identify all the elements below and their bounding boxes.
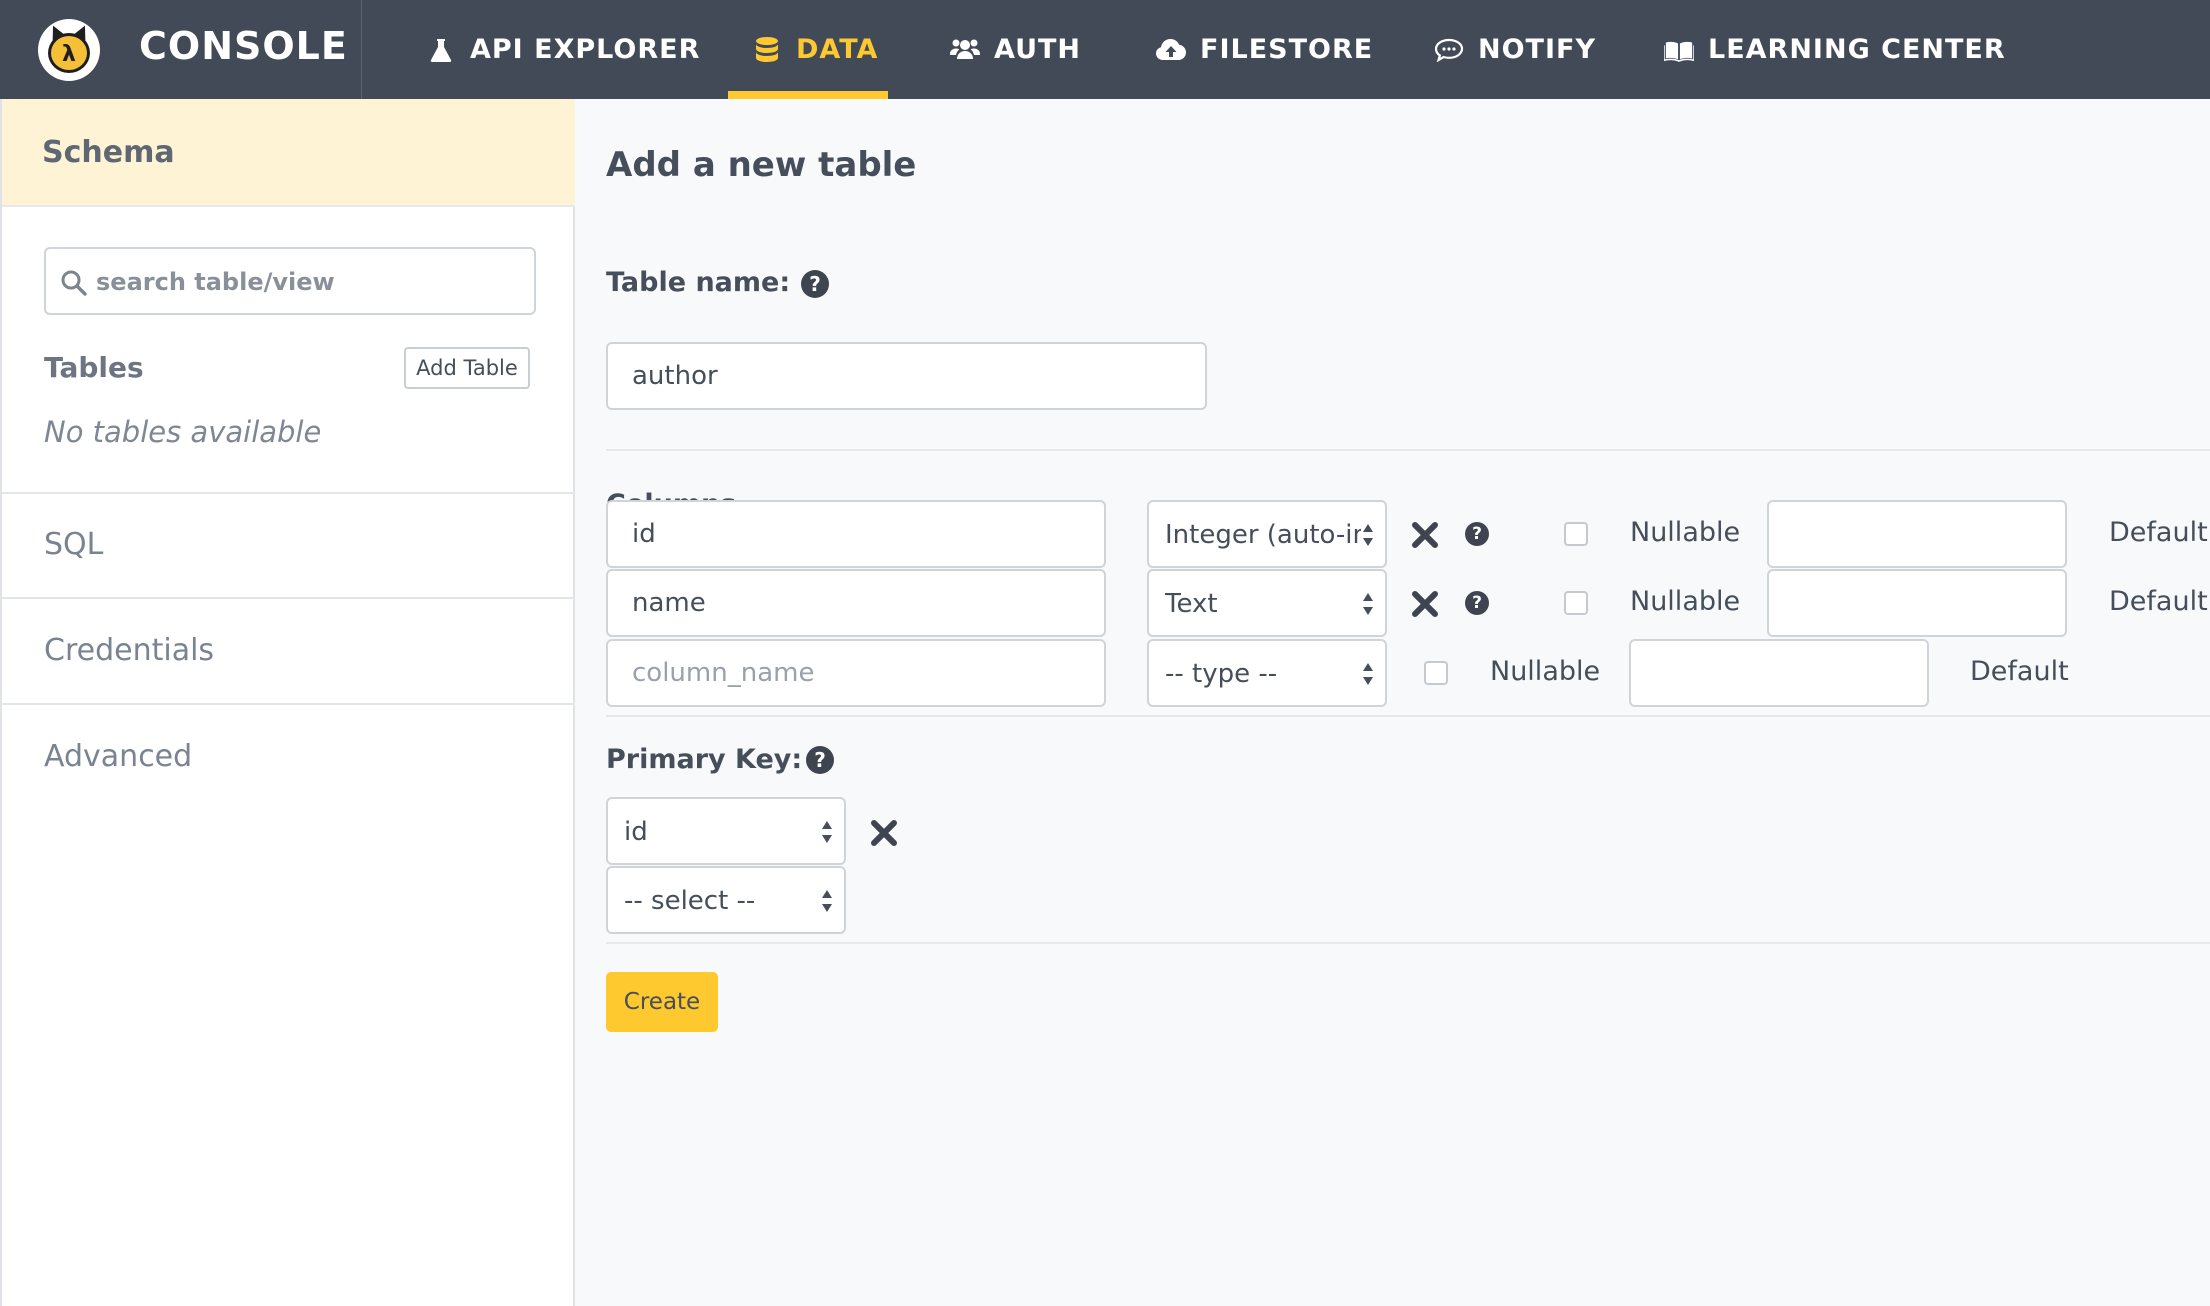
schema-title: Schema: [42, 135, 175, 170]
section-divider: [606, 449, 2210, 451]
remove-column-icon[interactable]: [1410, 520, 1440, 550]
default-label: Default: [1970, 656, 2069, 687]
select-value: Text: [1165, 589, 1218, 619]
select-arrows-icon: [820, 886, 834, 916]
column-type-select[interactable]: Text: [1147, 569, 1387, 637]
default-label: Default: [2109, 586, 2208, 617]
sidebar-schema-header[interactable]: Schema: [2, 99, 575, 207]
nav-label: DATA: [796, 34, 879, 65]
select-value: -- type --: [1165, 659, 1278, 689]
default-value-input[interactable]: [1767, 569, 2067, 637]
remove-column-icon[interactable]: [1410, 589, 1440, 619]
flask-icon: [426, 35, 456, 65]
nullable-checkbox[interactable]: [1424, 661, 1448, 685]
logo-icon: λ: [38, 19, 100, 81]
search-box: [44, 247, 536, 315]
select-value: Integer (auto-increment): [1165, 520, 1361, 550]
nullable-checkbox[interactable]: [1564, 522, 1588, 546]
sidebar-item-credentials[interactable]: Credentials: [44, 633, 214, 668]
main-content: Add a new table Table name: ? Columns In…: [577, 99, 2210, 1306]
select-value: -- select --: [624, 886, 756, 916]
question-circle-icon[interactable]: ?: [806, 746, 834, 774]
select-arrows-icon: [1361, 520, 1375, 550]
sidebar-item-advanced[interactable]: Advanced: [44, 739, 192, 774]
primary-key-select[interactable]: id: [606, 797, 846, 865]
users-icon: [950, 35, 980, 65]
table-name-input[interactable]: [606, 342, 1207, 410]
column-type-select[interactable]: Integer (auto-increment): [1147, 500, 1387, 568]
nav-label: AUTH: [994, 34, 1082, 65]
select-arrows-icon: [1361, 589, 1375, 619]
nullable-checkbox[interactable]: [1564, 591, 1588, 615]
top-navbar: λ CONSOLE API EXPLORER DATA AUTH FILESTO…: [0, 0, 2210, 99]
column-name-input[interactable]: [606, 569, 1106, 637]
primary-key-label: Primary Key:: [606, 744, 803, 775]
comment-icon: [1434, 35, 1464, 65]
question-circle-icon[interactable]: ?: [801, 270, 829, 298]
table-name-label: Table name:: [606, 267, 791, 298]
nav-label: LEARNING CENTER: [1708, 34, 2006, 65]
select-value: id: [624, 817, 648, 847]
section-divider: [606, 715, 2210, 717]
brand-title: CONSOLE: [139, 24, 348, 68]
column-name-input[interactable]: [606, 500, 1106, 568]
new-column-type-select[interactable]: -- type --: [1147, 639, 1387, 707]
tables-label: Tables: [44, 351, 144, 384]
section-divider: [606, 942, 2210, 944]
sidebar: Schema Tables Add Table No tables availa…: [0, 99, 575, 1306]
nav-label: NOTIFY: [1478, 34, 1597, 65]
nav-notify[interactable]: NOTIFY: [1434, 0, 1596, 99]
create-button[interactable]: Create: [606, 972, 718, 1032]
nav-api-explorer[interactable]: API EXPLORER: [426, 0, 700, 99]
nav-learning-center[interactable]: LEARNING CENTER: [1664, 0, 2006, 99]
sidebar-divider: [2, 492, 575, 494]
search-icon: [60, 269, 88, 297]
sidebar-divider: [2, 597, 575, 599]
primary-key-add-select[interactable]: -- select --: [606, 866, 846, 934]
nav-filestore[interactable]: FILESTORE: [1156, 0, 1373, 99]
question-circle-icon[interactable]: ?: [1465, 522, 1489, 546]
nav-label: FILESTORE: [1200, 34, 1374, 65]
nullable-label: Nullable: [1630, 586, 1741, 617]
book-icon: [1664, 35, 1694, 65]
remove-primary-key-icon[interactable]: [869, 818, 899, 848]
default-value-input[interactable]: [1767, 500, 2067, 568]
select-arrows-icon: [820, 817, 834, 847]
nullable-label: Nullable: [1630, 517, 1741, 548]
default-label: Default: [2109, 517, 2208, 548]
sidebar-item-sql[interactable]: SQL: [44, 527, 103, 562]
search-input[interactable]: [96, 263, 516, 301]
add-table-button[interactable]: Add Table: [404, 347, 530, 389]
sidebar-divider: [2, 703, 575, 705]
brand[interactable]: λ CONSOLE: [0, 0, 362, 99]
active-tab-indicator: [728, 91, 888, 99]
default-value-input[interactable]: [1629, 639, 1929, 707]
nav-auth[interactable]: AUTH: [950, 0, 1081, 99]
cloud-upload-icon: [1156, 35, 1186, 65]
question-circle-icon[interactable]: ?: [1465, 591, 1489, 615]
no-tables-message: No tables available: [44, 415, 322, 449]
select-arrows-icon: [1361, 659, 1375, 689]
nullable-label: Nullable: [1490, 656, 1601, 687]
database-icon: [752, 35, 782, 65]
nav-data[interactable]: DATA: [752, 0, 878, 99]
new-column-name-input[interactable]: [606, 639, 1106, 707]
nav-label: API EXPLORER: [470, 34, 701, 65]
page-title: Add a new table: [606, 145, 917, 185]
